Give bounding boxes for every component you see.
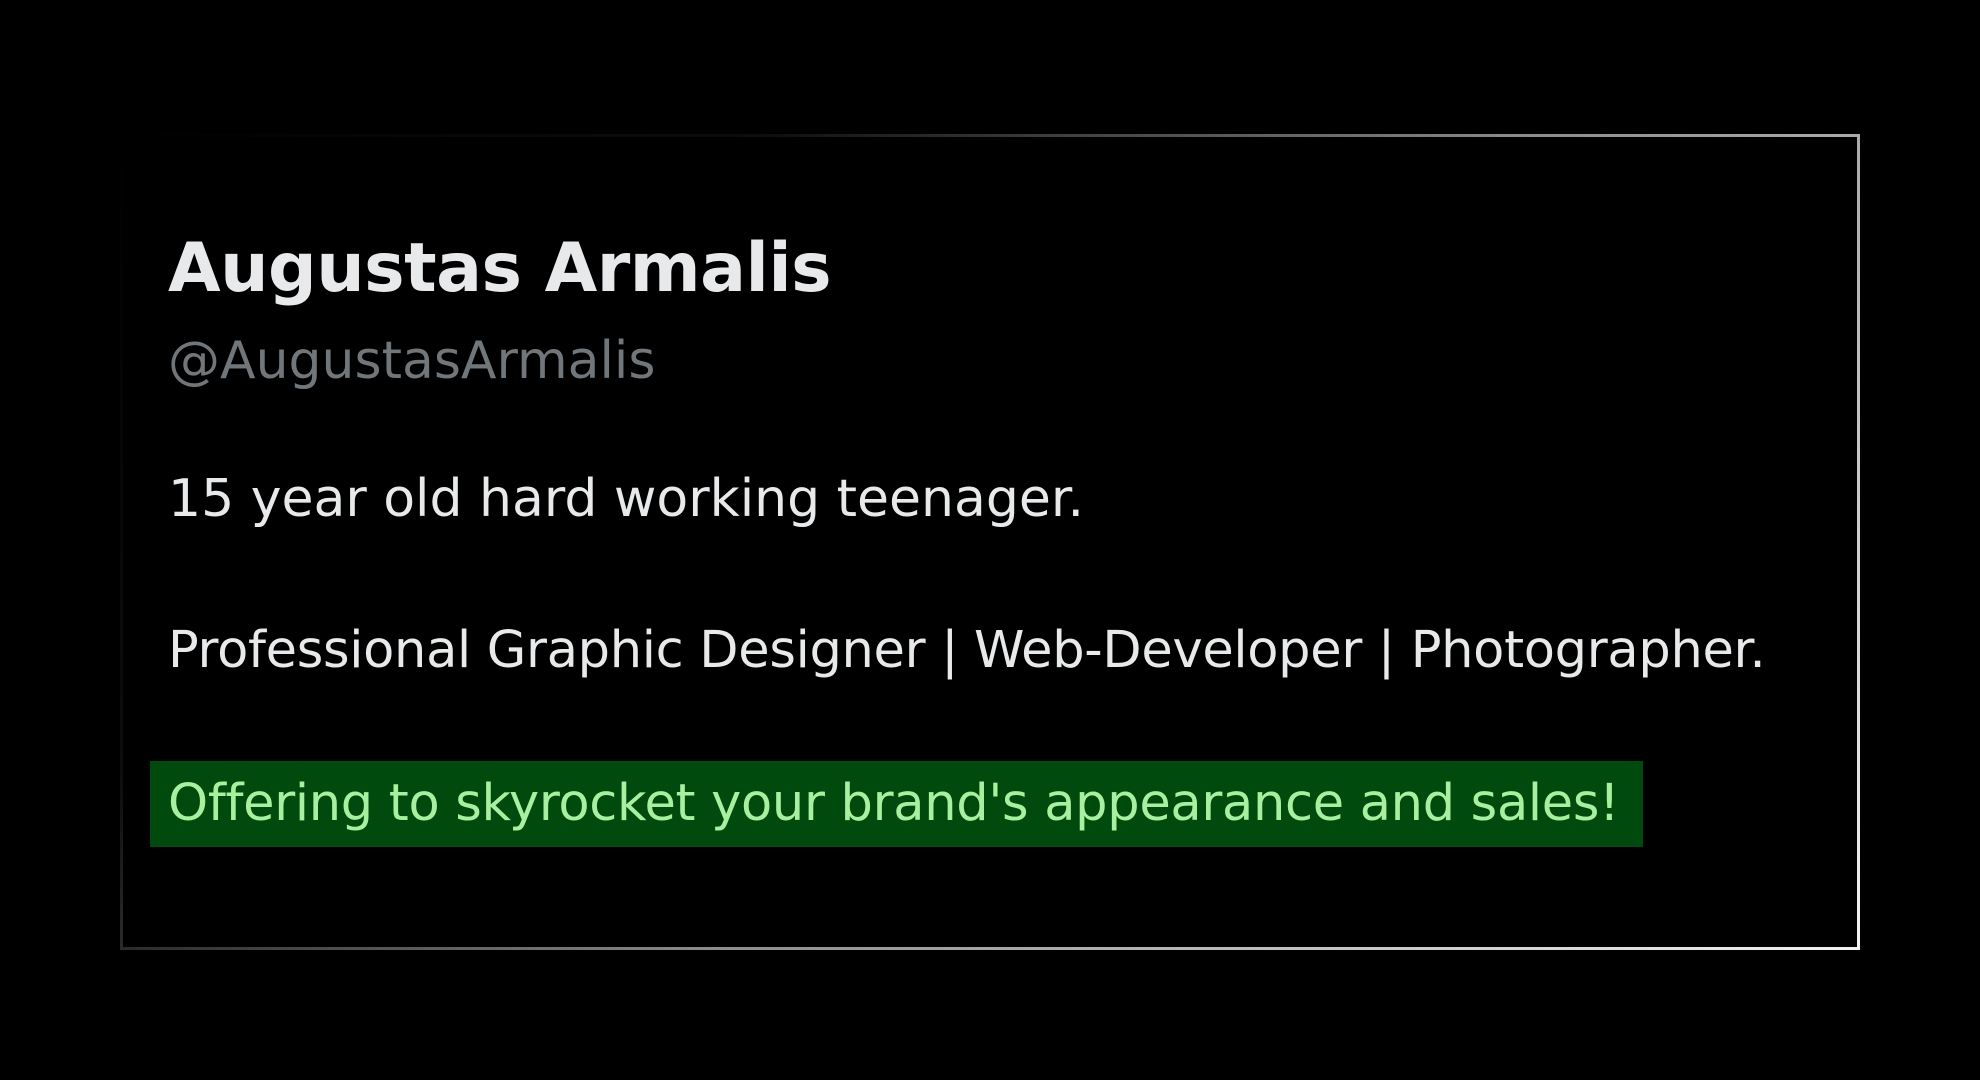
display-name: Augustas Armalis <box>168 229 832 308</box>
bio-line-2: Professional Graphic Designer | Web-Deve… <box>168 621 1766 680</box>
username-handle[interactable]: @AugustasArmalis <box>168 330 655 392</box>
bio-line-1: 15 year old hard working teenager. <box>168 469 1084 529</box>
highlighted-bio-line: Offering to skyrocket your brand's appea… <box>150 761 1644 847</box>
